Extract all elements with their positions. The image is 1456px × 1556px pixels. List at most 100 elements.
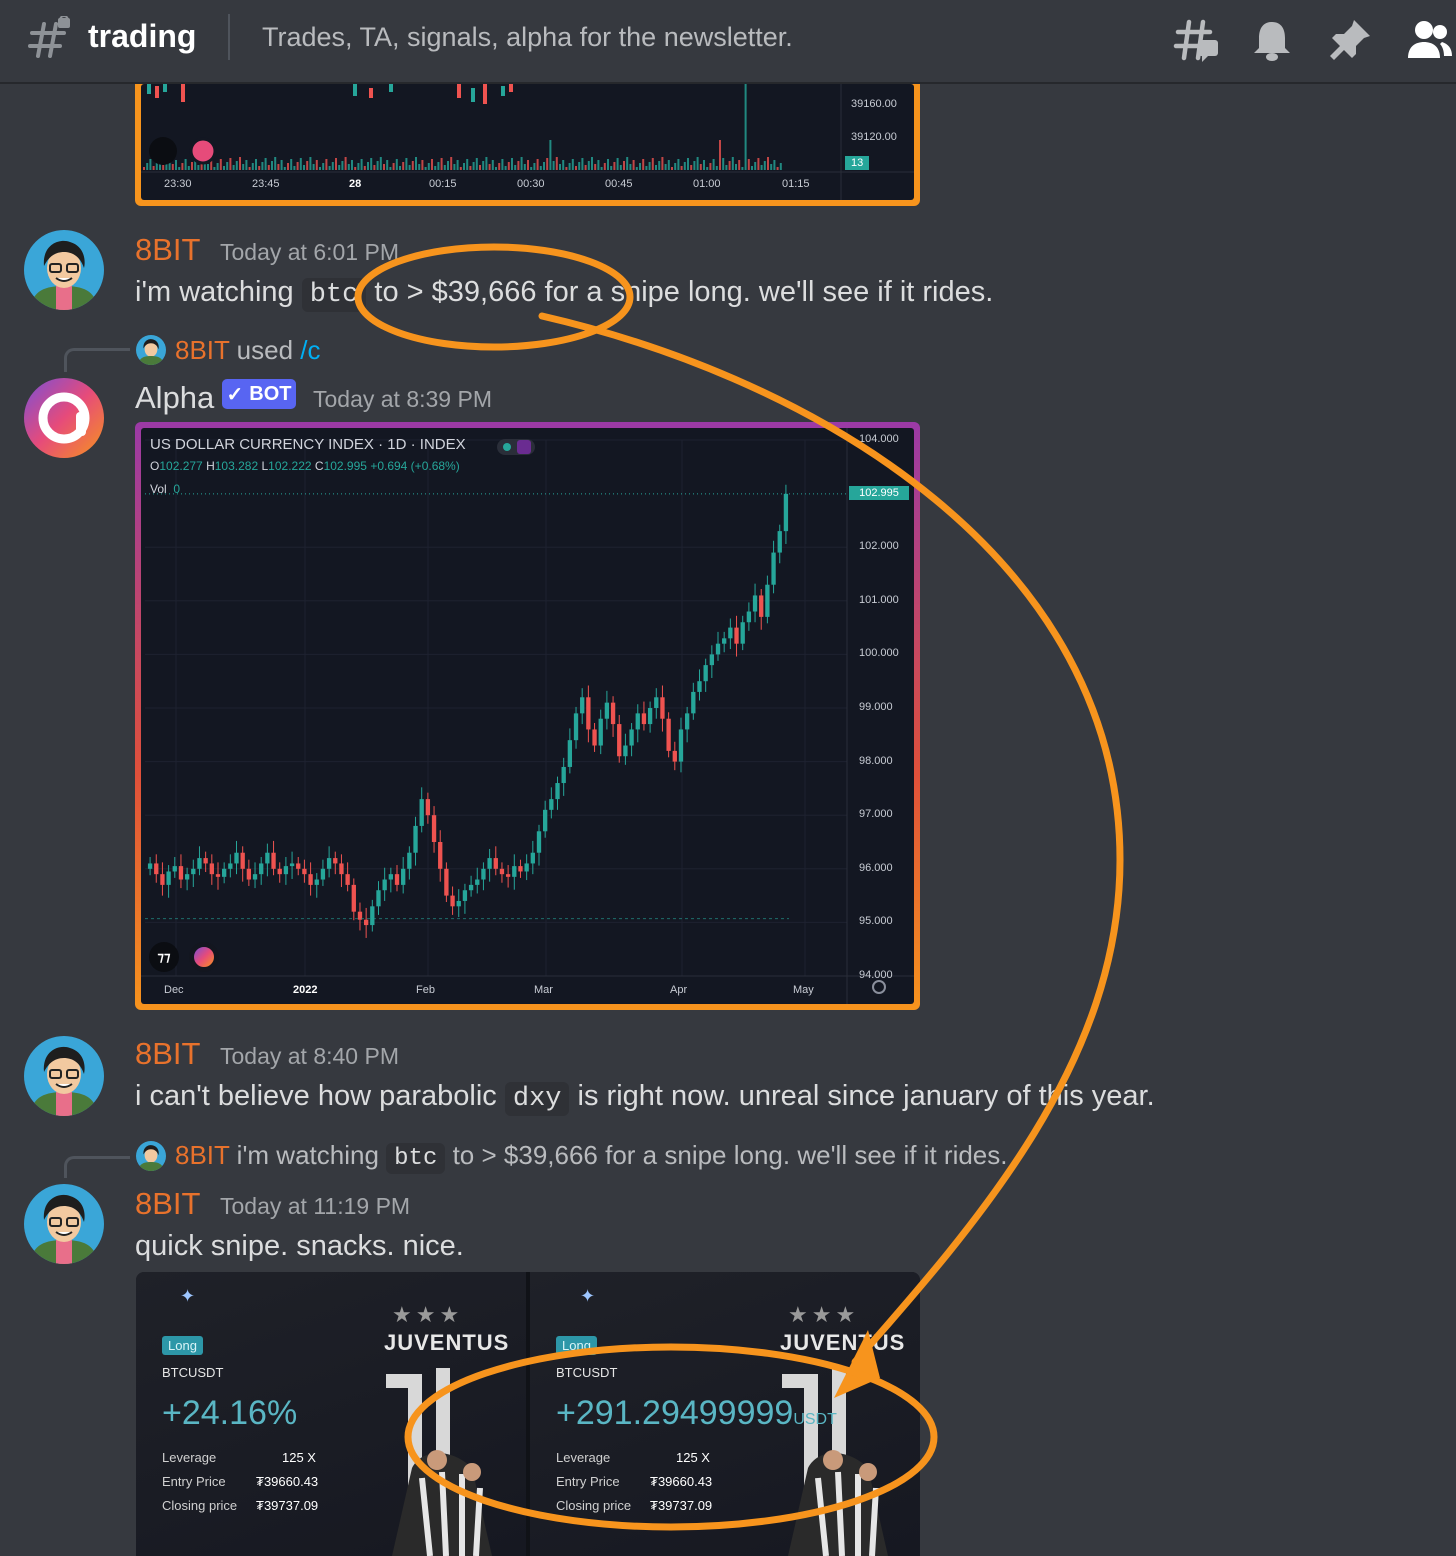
x-tick-label: Dec [164,984,184,996]
card-brand: JUVENTUS [780,1330,906,1355]
channel-topic[interactable]: Trades, TA, signals, alpha for the newsl… [262,22,793,53]
inline-code: dxy [504,1082,570,1116]
candle-body [240,852,245,869]
candle-body [654,697,659,708]
volume-label: Vol [150,482,167,496]
trade-card-roi[interactable]: ✦ ★★★ JUVENTUS Long BTCUSDT +24.16% Leve… [136,1272,526,1556]
slash-command[interactable]: /c [300,335,320,365]
candle-body [573,713,579,741]
mini-avatar[interactable] [136,1141,166,1171]
candle-body [765,584,770,617]
position-tag: Long [556,1336,597,1355]
avatar[interactable] [24,378,104,458]
candle-body [678,729,684,762]
candle [709,645,714,678]
header-divider [228,14,230,60]
candle [296,857,301,876]
y-tick-label: 101.000 [859,593,899,606]
candle [228,854,233,878]
market-status-pill [497,439,535,455]
mini-avatar[interactable] [136,335,166,365]
candle-body [333,858,338,864]
candle-body [684,713,690,730]
candle [610,696,616,737]
candle-body [709,654,714,666]
message-text: i'm watching [135,276,302,308]
reply-preview[interactable]: 8BIT i'm watching btc to > $39,666 for a… [175,1140,1007,1174]
avatar[interactable] [24,1184,104,1264]
market-status-dot [503,443,511,451]
dxy-chart-embed[interactable]: US DOLLAR CURRENCY INDEX · 1D · INDEX O1… [135,422,920,1010]
candle-body [314,879,319,885]
candle [573,706,579,749]
notification-bell-icon[interactable] [1248,16,1296,64]
candle-body [549,799,554,810]
avatar[interactable] [24,1036,104,1116]
candle-body [672,750,677,762]
btc-chart-labels: 39160.00 39120.00 13 23:30 23:45 28 00:1… [141,84,914,200]
pinned-messages-icon[interactable] [1326,16,1374,64]
candle-body [468,884,474,891]
avatar[interactable] [24,230,104,310]
message-text: is right now. unreal since january of th… [569,1080,1155,1112]
candle-body [499,868,505,875]
candle-body [172,866,177,872]
entry-row: Entry Price ₮39660.43 [162,1474,332,1489]
candle [289,851,295,879]
ohlc-low: 102.222 [268,459,312,473]
trade-cards-attachment[interactable]: ✦ ★★★ JUVENTUS Long BTCUSDT +24.16% Leve… [136,1272,920,1556]
entry-row: Entry Price ₮39660.43 [556,1474,726,1489]
candle-body [203,858,208,864]
candle-body [413,825,418,853]
threads-icon[interactable] [1172,16,1220,64]
message-username[interactable]: 8BIT [135,1186,200,1222]
card-brand: JUVENTUS [384,1330,510,1355]
x-tick-label: Apr [670,984,688,996]
chart-grid [145,439,847,977]
trade-card-pnl[interactable]: ✦ ★★★ JUVENTUS Long BTCUSDT +291.2949999… [530,1272,920,1556]
pnl-unit: USDT [793,1411,837,1428]
volume-line: Vol 0 [150,482,180,496]
reply-username[interactable]: 8BIT [175,1140,229,1170]
message-text: i can't believe how parabolic [135,1080,505,1112]
candle [654,688,659,719]
candle [283,857,289,885]
candle [684,706,690,743]
candle-body [363,919,369,926]
exchange-icon [517,440,531,454]
candle [302,859,307,883]
bot-username[interactable]: Alpha [135,380,214,416]
candle-body [660,697,665,719]
candle-body [524,863,529,872]
candle [222,862,227,884]
chart-settings-icon[interactable] [872,980,886,994]
candle [549,787,554,819]
message-username[interactable]: 8BIT [135,1036,200,1072]
candle-body [783,493,789,532]
message-username[interactable]: 8BIT [135,232,200,268]
volume-value: 0 [173,482,181,496]
candle-body [222,868,227,877]
btc-chart-embed[interactable]: 39160.00 39120.00 13 23:30 23:45 28 00:1… [135,84,920,206]
candle [308,862,313,896]
candle [759,589,764,630]
candle [617,714,622,763]
tradingview-logo-icon: ⁊⁊ [149,942,179,972]
candle [499,862,505,883]
candle-body [493,858,498,869]
bot-badge: ✓ BOT [222,379,296,409]
price-label: 39160.00 [851,98,897,110]
candle-body [771,552,776,585]
candle [320,859,326,886]
candle-body [339,863,344,875]
candle-body [567,740,573,767]
candle-body [401,868,406,885]
message-content: i can't believe how parabolic dxy is rig… [135,1080,1155,1116]
candle-body [728,627,733,639]
candle-body [641,713,647,725]
command-username[interactable]: 8BIT [175,335,229,365]
dxy-chart-canvas: US DOLLAR CURRENCY INDEX · 1D · INDEX O1… [141,428,914,1004]
candle-body [252,874,258,880]
candle-body [289,863,295,867]
member-list-icon[interactable] [1404,16,1452,64]
